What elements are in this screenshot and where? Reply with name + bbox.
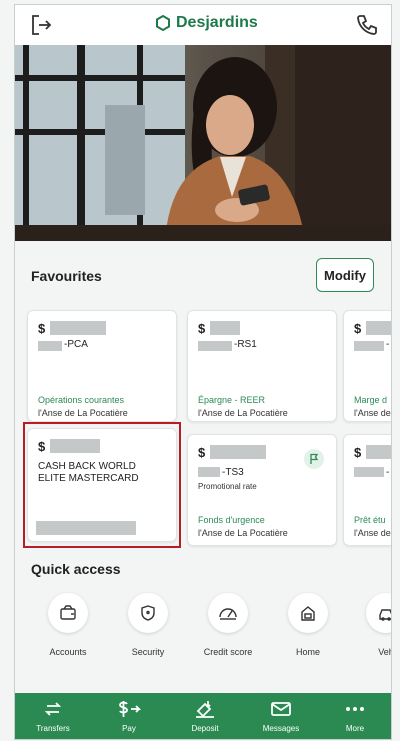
credit-card-mastercard[interactable]: $ CASH BACK WORLD ELITE MASTERCARD bbox=[27, 428, 177, 542]
nav-transfers[interactable]: Transfers bbox=[23, 697, 83, 733]
home-icon bbox=[301, 606, 315, 621]
balance-currency: $ bbox=[38, 321, 46, 336]
account-suffix: -PCA bbox=[64, 339, 88, 350]
quick-access-vehicle[interactable]: Veh bbox=[349, 593, 391, 657]
quick-access-home[interactable]: Home bbox=[271, 593, 345, 657]
pay-icon bbox=[119, 701, 142, 717]
bottom-nav: Transfers Pay Deposit Messages More bbox=[15, 693, 391, 739]
masked-account-number bbox=[354, 467, 384, 477]
masked-account-number bbox=[38, 341, 62, 351]
nav-pay[interactable]: Pay bbox=[99, 697, 159, 733]
balance-currency: $ bbox=[354, 321, 362, 336]
quick-access-security[interactable]: Security bbox=[111, 593, 185, 657]
modify-button[interactable]: Modify bbox=[316, 258, 374, 292]
quick-access-label: Security bbox=[131, 647, 165, 657]
masked-balance bbox=[50, 439, 100, 453]
quick-access-credit-score[interactable]: Credit score bbox=[191, 593, 265, 657]
phone-icon[interactable] bbox=[355, 13, 379, 37]
nav-label: Deposit bbox=[191, 724, 219, 733]
deposit-icon bbox=[196, 701, 214, 718]
balance-currency: $ bbox=[38, 439, 46, 454]
gauge-icon bbox=[219, 608, 237, 620]
account-type: Opérations courantes bbox=[38, 395, 125, 405]
balance-currency: $ bbox=[198, 445, 206, 460]
vehicle-icon bbox=[379, 609, 391, 621]
masked-card-detail bbox=[36, 521, 136, 535]
wallet-icon bbox=[60, 605, 76, 620]
masked-balance bbox=[366, 445, 391, 459]
account-card-ts3[interactable]: $ -TS3 Promotional rate Fonds d'urgence … bbox=[187, 434, 337, 546]
nav-label: More bbox=[345, 724, 365, 733]
flag-icon[interactable] bbox=[304, 449, 324, 469]
account-type: Prêt étu bbox=[354, 515, 386, 525]
quick-access-label: Credit score bbox=[203, 647, 253, 657]
account-card-pret[interactable]: $ - Prêt étu l'Anse de bbox=[343, 434, 391, 546]
account-type: Épargne - REER bbox=[198, 395, 266, 405]
card-name: CASH BACK WORLD ELITE MASTERCARD bbox=[38, 461, 139, 484]
account-branch: l'Anse de La Pocatière bbox=[198, 528, 288, 538]
quick-access-label: Home bbox=[295, 647, 320, 657]
top-bar: Desjardins bbox=[15, 5, 391, 45]
masked-balance bbox=[366, 321, 391, 335]
account-branch: l'Anse de La Pocatière bbox=[38, 408, 128, 418]
nav-label: Transfers bbox=[36, 724, 70, 733]
app-frame: Desjardins Favourites Modify $ -PCA Opér… bbox=[14, 4, 392, 740]
account-suffix: -TS3 bbox=[222, 467, 244, 478]
brand-name: Desjardins bbox=[176, 14, 258, 31]
account-suffix: - bbox=[386, 339, 390, 350]
favourites-title: Favourites bbox=[31, 268, 102, 284]
brand-logo: Desjardins bbox=[155, 14, 258, 32]
account-card-marge[interactable]: $ - Marge d l'Anse de bbox=[343, 310, 391, 422]
balance-currency: $ bbox=[354, 445, 362, 460]
promo-label: Promotional rate bbox=[198, 482, 257, 491]
transfer-icon bbox=[44, 702, 62, 716]
shield-icon bbox=[141, 605, 155, 621]
account-suffix: - bbox=[386, 467, 390, 478]
account-type: Marge d bbox=[354, 395, 388, 405]
account-branch: l'Anse de bbox=[354, 528, 391, 538]
account-suffix: -RS1 bbox=[234, 339, 257, 350]
masked-account-number bbox=[354, 341, 384, 351]
logout-icon[interactable] bbox=[29, 13, 53, 37]
nav-label: Pay bbox=[122, 724, 136, 733]
account-card-pca[interactable]: $ -PCA Opérations courantes l'Anse de La… bbox=[27, 310, 177, 422]
hero-image bbox=[15, 45, 391, 241]
account-type: Fonds d'urgence bbox=[198, 515, 265, 525]
more-icon bbox=[346, 707, 364, 711]
desjardins-hexagon-icon bbox=[156, 15, 170, 31]
quick-access-title: Quick access bbox=[31, 561, 121, 577]
account-branch: l'Anse de bbox=[354, 408, 391, 418]
nav-more[interactable]: More bbox=[325, 697, 385, 733]
quick-access-accounts[interactable]: Accounts bbox=[31, 593, 105, 657]
masked-account-number bbox=[198, 341, 232, 351]
account-branch: l'Anse de La Pocatière bbox=[198, 408, 288, 418]
balance-currency: $ bbox=[198, 321, 206, 336]
masked-account-number bbox=[198, 467, 220, 477]
envelope-icon bbox=[271, 702, 291, 716]
nav-deposit[interactable]: Deposit bbox=[175, 697, 235, 733]
nav-messages[interactable]: Messages bbox=[251, 697, 311, 733]
account-card-rs1[interactable]: $ -RS1 Épargne - REER l'Anse de La Pocat… bbox=[187, 310, 337, 422]
masked-balance bbox=[210, 445, 266, 459]
quick-access-label: Veh bbox=[378, 647, 391, 657]
nav-label: Messages bbox=[262, 724, 300, 733]
masked-balance bbox=[50, 321, 106, 335]
masked-balance bbox=[210, 321, 240, 335]
quick-access-label: Accounts bbox=[49, 647, 87, 657]
